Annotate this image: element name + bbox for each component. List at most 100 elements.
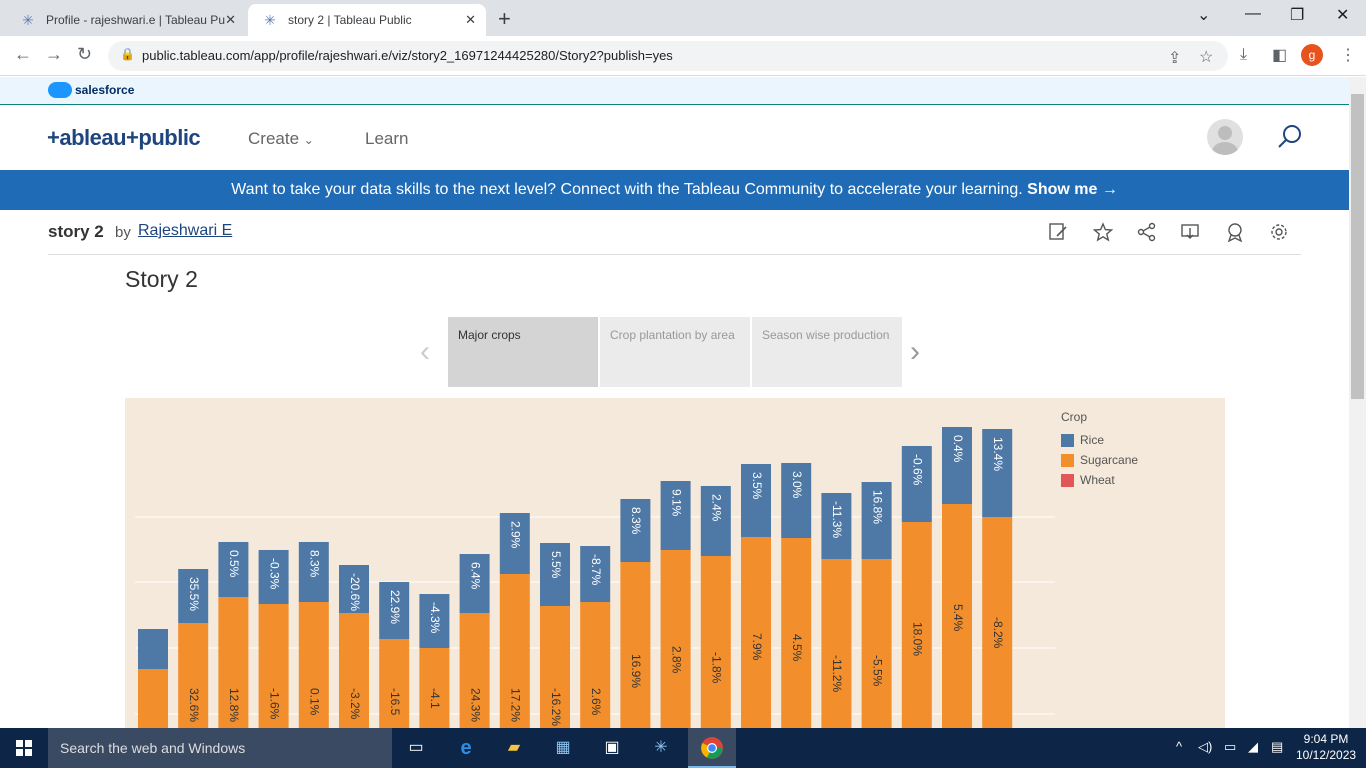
bar-sugarcane[interactable] — [861, 559, 892, 728]
restore-icon[interactable]: ❐ — [1290, 5, 1304, 25]
volume-icon[interactable]: ◁) — [1198, 739, 1212, 755]
wifi-icon[interactable]: ◢ — [1248, 739, 1258, 755]
address-bar[interactable]: 🔒 public.tableau.com/app/profile/rajeshw… — [108, 41, 1228, 71]
rice-data-label: -8.7% — [589, 554, 603, 586]
close-window-icon[interactable]: ✕ — [1336, 5, 1349, 25]
legend-label: Rice — [1080, 433, 1105, 447]
share-icon[interactable] — [1137, 222, 1157, 242]
viz-canvas[interactable]: 35.5% 32.6% 0.5% 12.8% -0.3% -1.6% 8.3% 0.1% -20… — [125, 398, 1225, 728]
rice-data-label: 8.3% — [629, 507, 643, 535]
tableau-favicon-icon: ✳ — [22, 12, 34, 28]
story-prev-icon[interactable]: ‹ — [420, 335, 430, 369]
sugarcane-data-label: 0.1% — [308, 688, 322, 716]
share-icon[interactable]: ⇪ — [1168, 48, 1181, 68]
close-tab-icon[interactable]: ✕ — [225, 12, 236, 28]
sugarcane-data-label: 5.4% — [951, 604, 965, 632]
tab-title: Profile - rajeshwari.e | Tableau Pu — [46, 13, 225, 27]
edit-viz-icon[interactable] — [1048, 222, 1068, 242]
download-icon[interactable]: ⤓ — [1240, 46, 1247, 64]
settings-gear-icon[interactable] — [1269, 222, 1289, 242]
taskbar-clock[interactable]: 9:04 PM 10/12/2023 — [1296, 731, 1356, 763]
lock-icon[interactable]: 🔒 — [120, 47, 135, 61]
rice-data-label: 16.8% — [870, 490, 884, 524]
sugarcane-data-label: -8.2% — [991, 617, 1005, 649]
favorite-star-icon[interactable] — [1093, 222, 1113, 242]
download-viz-icon[interactable] — [1180, 222, 1200, 242]
story-point-season-production[interactable]: Season wise production — [752, 317, 902, 387]
rice-data-label: 22.9% — [388, 590, 402, 624]
browser-tab-story[interactable]: ✳ story 2 | Tableau Public ✕ — [248, 4, 486, 36]
battery-icon[interactable]: ▭ — [1224, 739, 1236, 755]
bar-sugarcane[interactable] — [700, 556, 731, 728]
windows-start-icon[interactable] — [16, 740, 32, 756]
file-explorer-icon[interactable]: ▰ — [502, 736, 526, 760]
legend-item-sugarcane[interactable]: Sugarcane — [1061, 450, 1138, 470]
story-title: Story 2 — [125, 266, 198, 292]
salesforce-label[interactable]: salesforce — [75, 83, 134, 97]
task-view-icon[interactable]: ▭ — [404, 736, 428, 760]
new-tab-icon[interactable]: + — [498, 6, 511, 32]
menu-kebab-icon[interactable]: ⋮ — [1340, 45, 1356, 65]
back-icon[interactable]: ← — [14, 44, 32, 65]
tableau-public-logo[interactable]: +ableau+public — [47, 125, 201, 151]
legend-swatch — [1061, 433, 1074, 447]
story-point-crop-plantation[interactable]: Crop plantation by area — [600, 317, 750, 387]
store-icon[interactable]: ▣ — [600, 736, 624, 760]
legend-swatch — [1061, 473, 1074, 487]
rice-data-label: 3.5% — [750, 472, 764, 500]
legend-label: Sugarcane — [1080, 453, 1139, 467]
bar-rice[interactable] — [138, 629, 168, 669]
chrome-taskbar-button[interactable] — [688, 728, 736, 768]
rice-data-label: -20.6% — [348, 573, 362, 611]
nav-learn[interactable]: Learn — [365, 129, 408, 149]
rice-data-label: -0.6% — [911, 454, 925, 486]
bookmark-star-icon[interactable]: ☆ — [1199, 47, 1213, 67]
profile-avatar[interactable]: g — [1301, 44, 1323, 66]
chevron-down-icon: ⌄ — [303, 133, 314, 147]
nav-create[interactable]: Create ⌄ — [248, 129, 314, 149]
bar-sugarcane[interactable] — [821, 559, 852, 728]
page-scrollbar[interactable] — [1349, 77, 1366, 728]
control-panel-icon[interactable]: ▦ — [551, 736, 575, 760]
reload-icon[interactable]: ↻ — [77, 44, 92, 65]
browser-toolbar: ← → ↻ 🔒 public.tableau.com/app/profile/r… — [0, 36, 1366, 76]
sugarcane-data-label: -1.6% — [267, 688, 281, 720]
legend-item-rice[interactable]: Rice — [1061, 430, 1138, 450]
forward-icon[interactable]: → — [45, 44, 63, 65]
salesforce-cloud-icon[interactable] — [48, 82, 72, 98]
tableau-favicon-icon: ✳ — [264, 12, 276, 28]
stacked-bar-chart[interactable]: 35.5% 32.6% 0.5% 12.8% -0.3% -1.6% 8.3% 0.1% -20… — [125, 398, 1055, 728]
search-icon[interactable] — [1276, 123, 1304, 151]
sugarcane-data-label: 4.5% — [790, 634, 804, 662]
tableau-app-icon[interactable]: ✳ — [649, 736, 673, 760]
minimize-icon[interactable]: — — [1245, 5, 1261, 23]
close-tab-icon[interactable]: ✕ — [465, 12, 476, 28]
browser-tab-strip: ✳ Profile - rajeshwari.e | Tableau Pu ✕ … — [0, 0, 1366, 36]
edge-icon[interactable]: e — [454, 736, 478, 760]
side-panel-icon[interactable]: ◧ — [1272, 45, 1287, 65]
taskbar-search[interactable]: Search the web and Windows — [48, 728, 392, 768]
sugarcane-data-label: 32.6% — [187, 688, 201, 722]
sugarcane-data-label: -5.5% — [870, 655, 884, 687]
browser-tab-profile[interactable]: ✳ Profile - rajeshwari.e | Tableau Pu ✕ — [6, 4, 246, 36]
legend-item-wheat[interactable]: Wheat — [1061, 470, 1138, 490]
story-point-major-crops[interactable]: Major crops — [448, 317, 598, 387]
rice-data-label: 8.3% — [308, 550, 322, 578]
logo-text: +ableau+public — [47, 125, 201, 150]
story-next-icon[interactable]: › — [910, 335, 920, 369]
show-me-link[interactable]: Show me → — [1027, 181, 1118, 198]
bar-sugarcane[interactable] — [660, 550, 691, 728]
sugarcane-data-label: -16.2% — [549, 688, 563, 726]
user-avatar[interactable] — [1207, 119, 1243, 155]
bar-sugarcane[interactable] — [138, 669, 168, 728]
tray-chevron-icon[interactable]: ^ — [1176, 739, 1182, 754]
author-link[interactable]: Rajeshwari E — [138, 222, 232, 240]
sugarcane-data-label: -3.2% — [348, 688, 362, 720]
bar-sugarcane[interactable] — [620, 562, 651, 728]
sugarcane-data-label: -11.2% — [830, 655, 844, 692]
viz-of-the-day-icon[interactable] — [1225, 222, 1245, 242]
bar-sugarcane[interactable] — [781, 538, 812, 728]
tab-search-chevron-icon[interactable]: ⌄ — [1197, 5, 1210, 25]
notifications-icon[interactable]: ▤ — [1271, 739, 1283, 755]
scrollbar-thumb[interactable] — [1351, 94, 1364, 399]
